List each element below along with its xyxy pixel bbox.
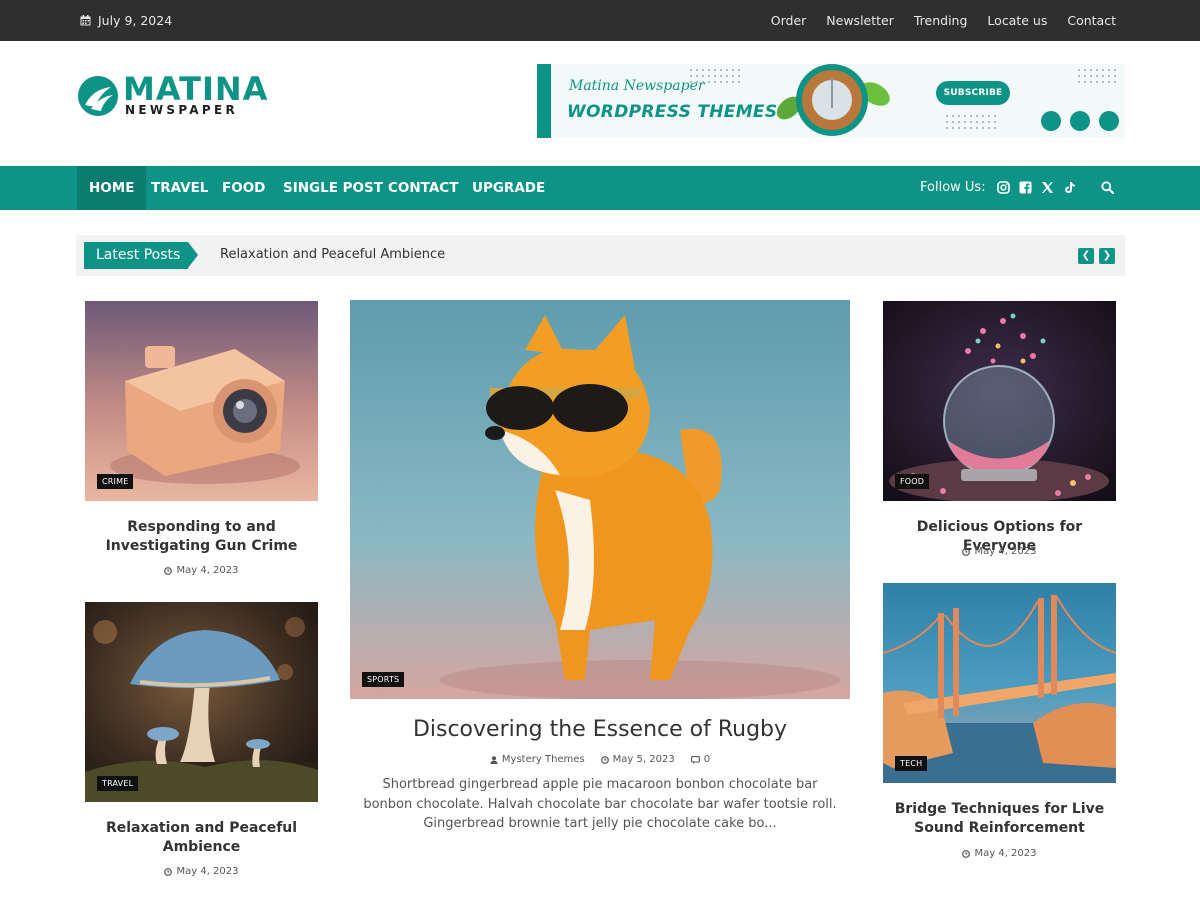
banner-dot-1 (1041, 111, 1061, 131)
post-date: May 4, 2023 (974, 546, 1037, 557)
date-text: July 9, 2024 (98, 13, 173, 28)
banner-line2: WORDPRESS THEMES! (567, 102, 786, 122)
top-bar: July 9, 2024 Order Newsletter Trending L… (0, 0, 1200, 41)
post-title-gun-crime[interactable]: Responding to and Investigating Gun Crim… (80, 518, 323, 556)
logo-mark-icon (78, 76, 118, 116)
post-date-wrap: May 5, 2023 (600, 754, 675, 765)
post-author-name: Mystery Themes (501, 754, 585, 765)
clock-icon (962, 547, 971, 556)
top-link-locate-us[interactable]: Locate us (987, 13, 1047, 28)
top-link-trending[interactable]: Trending (914, 13, 968, 28)
date-display: July 9, 2024 (80, 13, 172, 28)
user-icon (490, 755, 498, 764)
comment-count: 0 (703, 754, 711, 765)
post-meta: May 4, 2023 (80, 866, 323, 877)
post-thumb-mushroom[interactable]: TRAVEL (85, 602, 318, 802)
search-icon[interactable] (1101, 181, 1114, 194)
x-icon[interactable] (1041, 181, 1054, 194)
facebook-icon[interactable] (1019, 181, 1032, 194)
tiktok-icon[interactable] (1063, 181, 1076, 194)
candy-jar-illustration (883, 301, 1116, 501)
chevron-left-icon: ❮ (1081, 250, 1091, 261)
latest-posts-label: Latest Posts (84, 242, 198, 269)
post-date: May 4, 2023 (176, 565, 239, 576)
follow-us: Follow Us: (920, 180, 1076, 195)
post-date: May 5, 2023 (612, 754, 675, 765)
post-date: May 4, 2023 (974, 848, 1037, 859)
mushroom-illustration (85, 602, 318, 802)
category-badge-food[interactable]: FOOD (895, 474, 930, 489)
banner-dot-pattern (690, 69, 740, 83)
camera-illustration (85, 301, 318, 501)
ticker-next-button[interactable]: ❯ (1099, 248, 1115, 264)
featured-post-thumb[interactable]: SPORTS (350, 300, 850, 699)
site-logo[interactable]: MATINA NEWSPAPER (77, 70, 269, 123)
post-meta: May 4, 2023 (878, 848, 1121, 859)
clock-icon (164, 566, 173, 575)
post-meta: May 4, 2023 (80, 565, 323, 576)
clock-icon (600, 755, 609, 764)
nav-item-travel[interactable]: TRAVEL (151, 166, 208, 210)
top-link-contact[interactable]: Contact (1067, 13, 1116, 28)
ticker-headline[interactable]: Relaxation and Peaceful Ambience (220, 247, 445, 262)
top-link-newsletter[interactable]: Newsletter (826, 13, 894, 28)
post-meta: May 4, 2023 (878, 546, 1121, 557)
category-badge-tech[interactable]: TECH (895, 756, 928, 771)
category-badge-sports[interactable]: SPORTS (362, 672, 405, 687)
clock-icon (164, 867, 173, 876)
banner-dot-pattern-2 (946, 115, 996, 129)
latest-posts-ticker: Latest Posts Relaxation and Peaceful Amb… (76, 235, 1125, 276)
banner-dot-2 (1070, 111, 1090, 131)
banner-plate-image (776, 64, 890, 136)
nav-item-upgrade[interactable]: UPGRADE (472, 166, 545, 210)
logo-subtitle: NEWSPAPER (125, 103, 239, 117)
featured-post-meta: Mystery Themes May 5, 2023 0 (350, 754, 850, 765)
nav-item-home[interactable]: HOME (77, 166, 147, 210)
chevron-right-icon: ❯ (1102, 250, 1112, 261)
banner-dot-pattern-3 (1078, 69, 1116, 83)
clock-icon (962, 849, 971, 858)
nav-item-food[interactable]: FOOD (222, 166, 265, 210)
top-links: Order Newsletter Trending Locate us Cont… (771, 13, 1116, 28)
comment-icon (690, 755, 700, 764)
instagram-icon[interactable] (996, 181, 1010, 194)
banner-dot-3 (1099, 111, 1119, 131)
banner-line1: Matina Newspaper (569, 78, 705, 94)
header-banner-ad[interactable]: Matina Newspaper WORDPRESS THEMES! SUBSC… (537, 64, 1125, 138)
featured-post-title[interactable]: Discovering the Essence of Rugby (350, 717, 850, 742)
bridge-illustration (883, 583, 1116, 783)
banner-accent-bar (537, 64, 551, 138)
logo-title: MATINA (123, 70, 269, 108)
post-thumb-bridge[interactable]: TECH (883, 583, 1116, 783)
category-badge-crime[interactable]: CRIME (97, 474, 134, 489)
nav-item-contact[interactable]: CONTACT (388, 166, 458, 210)
follow-us-label: Follow Us: (920, 180, 986, 195)
category-badge-travel[interactable]: TRAVEL (97, 776, 139, 791)
dog-illustration (350, 300, 850, 699)
post-date: May 4, 2023 (176, 866, 239, 877)
post-title-relaxation[interactable]: Relaxation and Peaceful Ambience (80, 819, 323, 857)
post-comments[interactable]: 0 (690, 754, 711, 765)
calendar-icon (80, 15, 91, 26)
subscribe-button[interactable]: SUBSCRIBE (936, 81, 1010, 105)
featured-post-excerpt: Shortbread gingerbread apple pie macaroo… (363, 777, 837, 831)
post-title-bridge-techniques[interactable]: Bridge Techniques for Live Sound Reinfor… (878, 800, 1121, 838)
post-thumb-camera[interactable]: CRIME (85, 301, 318, 501)
nav-item-single-post[interactable]: SINGLE POST (283, 166, 383, 210)
main-navigation: HOME TRAVEL FOOD SINGLE POST CONTACT UPG… (0, 166, 1200, 210)
post-author[interactable]: Mystery Themes (490, 754, 585, 765)
top-link-order[interactable]: Order (771, 13, 807, 28)
post-thumb-candy[interactable]: FOOD (883, 301, 1116, 501)
ticker-prev-button[interactable]: ❮ (1078, 248, 1094, 264)
